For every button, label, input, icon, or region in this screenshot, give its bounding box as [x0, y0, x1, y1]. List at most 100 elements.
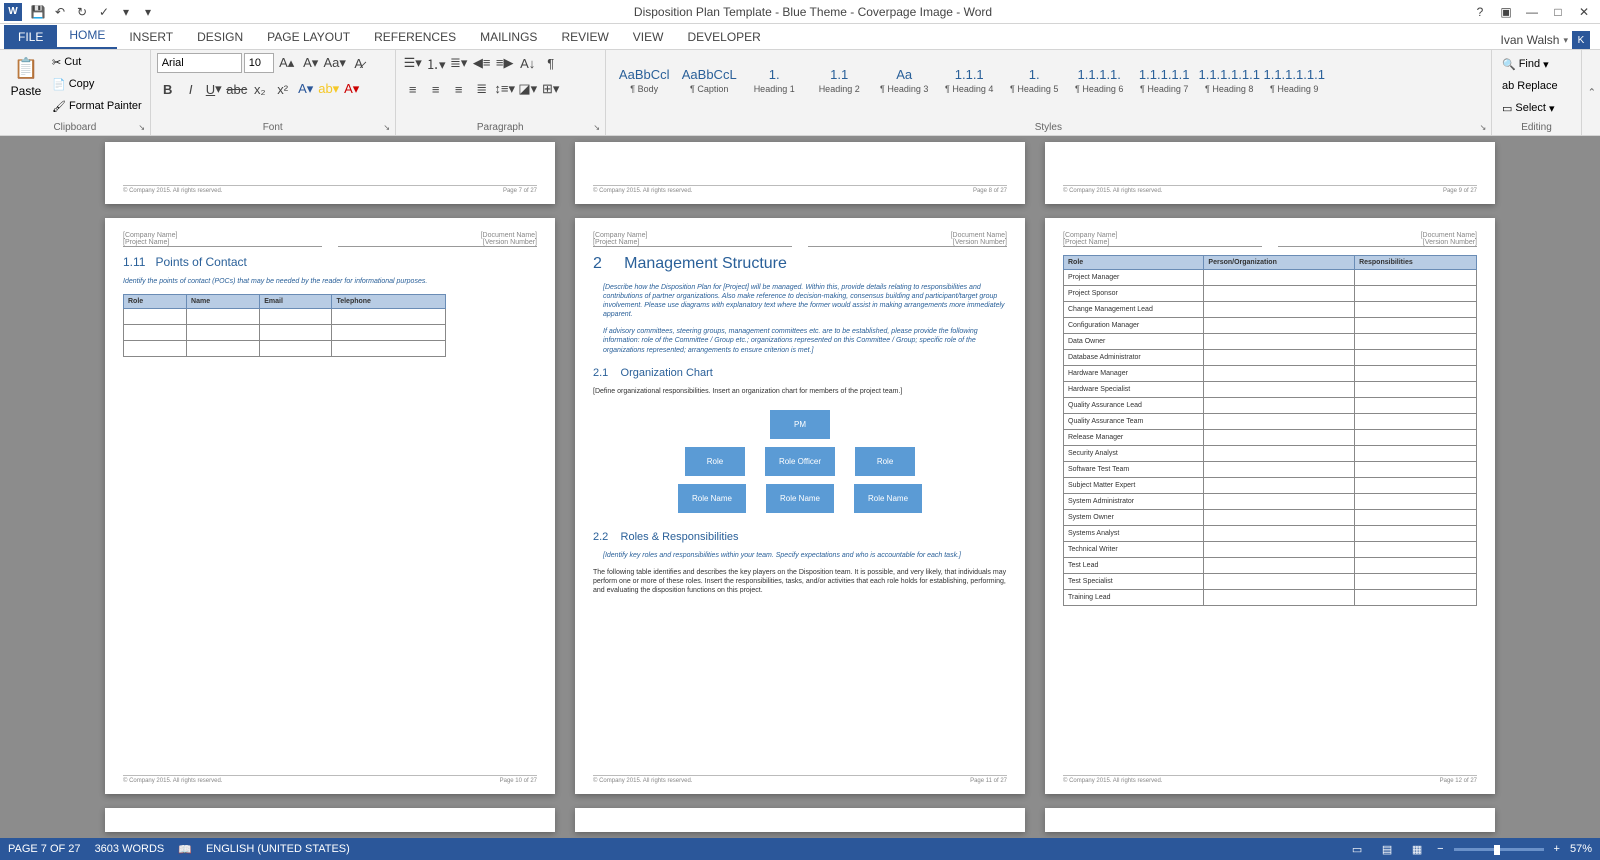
- maximize-btn[interactable]: □: [1546, 2, 1570, 22]
- paste-button[interactable]: 📋 Paste: [6, 52, 46, 120]
- help-icon[interactable]: ?: [1468, 2, 1492, 22]
- align-right-icon[interactable]: ≡: [448, 78, 470, 100]
- line-spacing-icon[interactable]: ↕≡▾: [494, 78, 516, 100]
- page-14-stub[interactable]: [575, 808, 1025, 832]
- font-launcher[interactable]: ↘: [381, 121, 393, 133]
- read-mode-icon[interactable]: ▭: [1347, 841, 1367, 857]
- zoom-level[interactable]: 57%: [1570, 843, 1592, 855]
- styles-gallery[interactable]: AaBbCcl¶ BodyAaBbCcL¶ Caption1.Heading 1…: [612, 52, 1485, 120]
- multilevel-icon[interactable]: ≣▾: [448, 52, 470, 74]
- tab-page-layout[interactable]: PAGE LAYOUT: [255, 25, 362, 49]
- italic-icon[interactable]: I: [180, 78, 202, 100]
- strike-icon[interactable]: abc: [226, 78, 248, 100]
- replace-button[interactable]: abReplace: [1500, 76, 1573, 96]
- page-10[interactable]: [Company Name][Project Name] [Document N…: [105, 218, 555, 794]
- table-row[interactable]: Subject Matter Expert: [1064, 478, 1477, 494]
- styles-launcher[interactable]: ↘: [1477, 121, 1489, 133]
- tab-file[interactable]: FILE: [4, 25, 57, 49]
- clear-format-icon[interactable]: A̷: [348, 52, 370, 74]
- style-item[interactable]: 1.Heading 1: [742, 52, 807, 108]
- table-row[interactable]: Quality Assurance Team: [1064, 414, 1477, 430]
- find-button[interactable]: 🔍Find ▾: [1500, 54, 1573, 74]
- tab-references[interactable]: REFERENCES: [362, 25, 468, 49]
- status-language[interactable]: ENGLISH (UNITED STATES): [206, 843, 350, 855]
- select-button[interactable]: ▭Select ▾: [1500, 98, 1573, 118]
- align-center-icon[interactable]: ≡: [425, 78, 447, 100]
- tab-design[interactable]: DESIGN: [185, 25, 255, 49]
- roles-table[interactable]: RolePerson/OrganizationResponsibilities …: [1063, 255, 1477, 606]
- style-item[interactable]: 1.1.1.1.¶ Heading 6: [1067, 52, 1132, 108]
- style-item[interactable]: 1.1.1.1.1.1¶ Heading 8: [1197, 52, 1262, 108]
- table-row[interactable]: Technical Writer: [1064, 542, 1477, 558]
- table-row[interactable]: Quality Assurance Lead: [1064, 398, 1477, 414]
- tab-review[interactable]: REVIEW: [549, 25, 620, 49]
- save-icon[interactable]: 💾: [28, 2, 48, 22]
- bullets-icon[interactable]: ☰▾: [402, 52, 424, 74]
- style-item[interactable]: 1.1.1¶ Heading 4: [937, 52, 1002, 108]
- table-row[interactable]: Systems Analyst: [1064, 526, 1477, 542]
- subscript-icon[interactable]: x₂: [249, 78, 271, 100]
- sort-icon[interactable]: A↓: [517, 52, 539, 74]
- tab-home[interactable]: HOME: [57, 23, 117, 49]
- numbering-icon[interactable]: ⒈▾: [425, 52, 447, 74]
- style-item[interactable]: 1.1.1.1.1.1¶ Heading 9: [1262, 52, 1327, 108]
- undo-icon[interactable]: ↶: [50, 2, 70, 22]
- cut-button[interactable]: ✂Cut: [50, 52, 144, 72]
- table-row[interactable]: Change Management Lead: [1064, 302, 1477, 318]
- table-row[interactable]: Test Lead: [1064, 558, 1477, 574]
- spellcheck-icon[interactable]: ✓: [94, 2, 114, 22]
- user-name[interactable]: Ivan Walsh: [1501, 33, 1560, 47]
- shrink-font-icon[interactable]: A▾: [300, 52, 322, 74]
- change-case-icon[interactable]: Aa▾: [324, 52, 346, 74]
- page-9-stub[interactable]: © Company 2015. All rights reserved.Page…: [1045, 142, 1495, 204]
- table-row[interactable]: Security Analyst: [1064, 446, 1477, 462]
- user-avatar[interactable]: K: [1572, 31, 1590, 49]
- table-row[interactable]: Release Manager: [1064, 430, 1477, 446]
- text-effects-icon[interactable]: A▾: [295, 78, 317, 100]
- table-row[interactable]: System Administrator: [1064, 494, 1477, 510]
- table-row[interactable]: Software Test Team: [1064, 462, 1477, 478]
- page-13-stub[interactable]: [105, 808, 555, 832]
- status-page[interactable]: PAGE 7 OF 27: [8, 843, 81, 855]
- copy-button[interactable]: 📄Copy: [50, 74, 144, 94]
- page-12[interactable]: [Company Name][Project Name] [Document N…: [1045, 218, 1495, 794]
- decrease-indent-icon[interactable]: ◀≡: [471, 52, 493, 74]
- grow-font-icon[interactable]: A▴: [276, 52, 298, 74]
- table-row[interactable]: Hardware Manager: [1064, 366, 1477, 382]
- print-layout-icon[interactable]: ▤: [1377, 841, 1397, 857]
- table-row[interactable]: Test Specialist: [1064, 574, 1477, 590]
- close-btn[interactable]: ✕: [1572, 2, 1596, 22]
- justify-icon[interactable]: ≣: [471, 78, 493, 100]
- page-11[interactable]: [Company Name][Project Name] [Document N…: [575, 218, 1025, 794]
- poc-table[interactable]: RoleNameEmailTelephone: [123, 294, 446, 357]
- increase-indent-icon[interactable]: ≡▶: [494, 52, 516, 74]
- table-row[interactable]: Project Manager: [1064, 270, 1477, 286]
- document-area[interactable]: © Company 2015. All rights reserved.Page…: [0, 136, 1600, 838]
- zoom-out-btn[interactable]: −: [1437, 843, 1443, 855]
- table-row[interactable]: Database Administrator: [1064, 350, 1477, 366]
- format-painter-button[interactable]: 🖌Format Painter: [50, 96, 144, 116]
- underline-icon[interactable]: U▾: [203, 78, 225, 100]
- table-row[interactable]: Hardware Specialist: [1064, 382, 1477, 398]
- superscript-icon[interactable]: x²: [272, 78, 294, 100]
- redo-icon[interactable]: ↻: [72, 2, 92, 22]
- web-layout-icon[interactable]: ▦: [1407, 841, 1427, 857]
- tab-insert[interactable]: INSERT: [117, 25, 185, 49]
- customize-icon[interactable]: ▾: [116, 2, 136, 22]
- tab-view[interactable]: VIEW: [621, 25, 676, 49]
- minimize-btn[interactable]: —: [1520, 2, 1544, 22]
- align-left-icon[interactable]: ≡: [402, 78, 424, 100]
- table-row[interactable]: Training Lead: [1064, 590, 1477, 606]
- style-item[interactable]: 1.1Heading 2: [807, 52, 872, 108]
- shading-icon[interactable]: ◪▾: [517, 78, 539, 100]
- style-item[interactable]: AaBbCcl¶ Body: [612, 52, 677, 108]
- table-row[interactable]: Configuration Manager: [1064, 318, 1477, 334]
- zoom-in-btn[interactable]: +: [1554, 843, 1560, 855]
- zoom-slider[interactable]: [1454, 848, 1544, 851]
- table-row[interactable]: Project Sponsor: [1064, 286, 1477, 302]
- tab-mailings[interactable]: MAILINGS: [468, 25, 549, 49]
- font-color-icon[interactable]: A▾: [341, 78, 363, 100]
- style-item[interactable]: AaBbCcL¶ Caption: [677, 52, 742, 108]
- ribbon-options-icon[interactable]: ▣: [1494, 2, 1518, 22]
- proofing-icon[interactable]: 📖: [178, 843, 192, 856]
